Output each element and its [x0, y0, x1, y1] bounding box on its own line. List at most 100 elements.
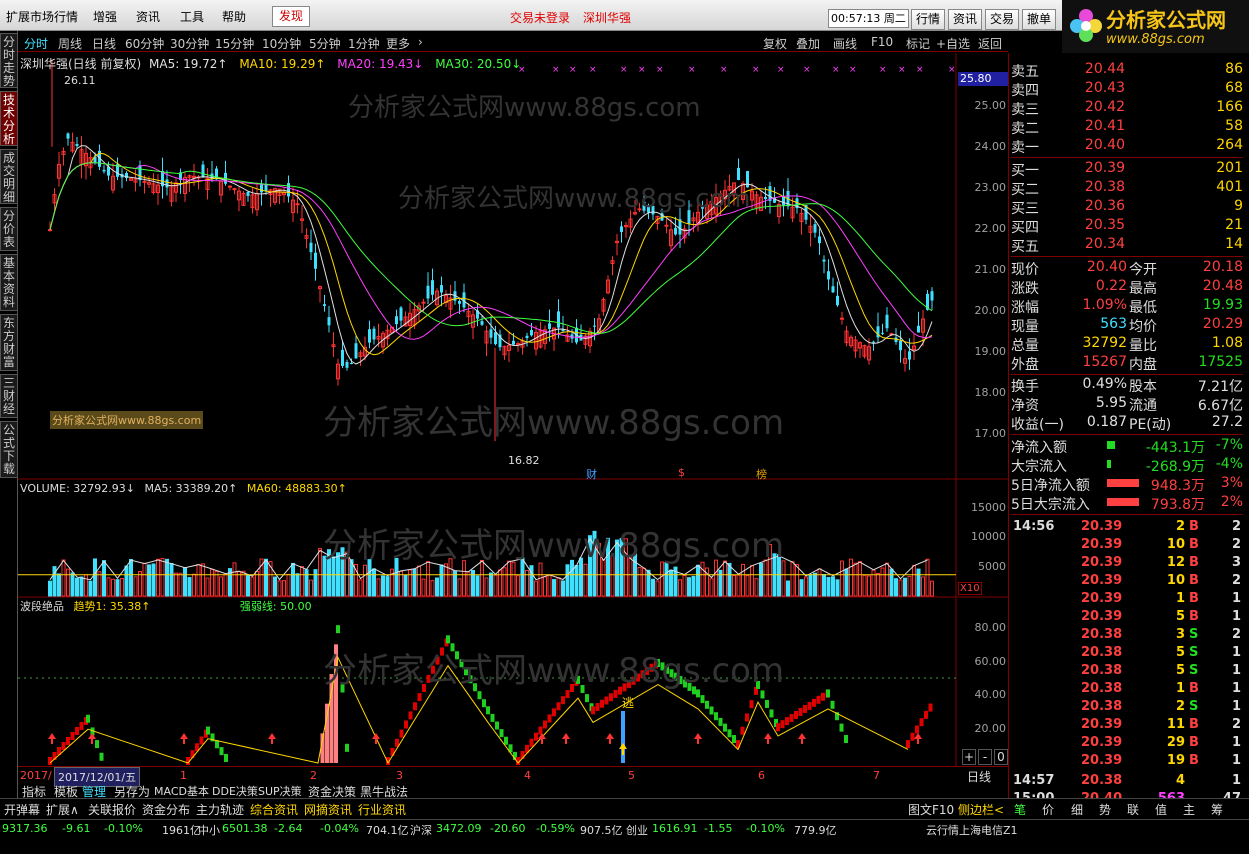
period-15m[interactable]: 15分钟: [215, 35, 254, 52]
candle-body: [102, 169, 106, 172]
ma10-label: MA10: 19.29↑: [239, 57, 326, 71]
server-status[interactable]: 云行情上海电信Z1: [926, 822, 1018, 838]
expand-button[interactable]: 扩展∧: [46, 801, 79, 818]
volume-bar: [552, 579, 556, 597]
menu-help[interactable]: 帮助: [222, 8, 246, 25]
tab-chips[interactable]: 筹: [1211, 801, 1223, 818]
tab-trend[interactable]: 势: [1099, 801, 1111, 818]
candle-body: [368, 329, 371, 343]
tab-formula-download[interactable]: 公式下载: [0, 421, 18, 478]
period-day[interactable]: 日线: [92, 35, 116, 52]
period-more[interactable]: 更多: [386, 35, 410, 52]
f10-button[interactable]: F10: [871, 35, 893, 49]
industry-news-tab[interactable]: 行业资讯: [358, 801, 406, 818]
tab-tick[interactable]: 笔: [1014, 801, 1026, 818]
volume-bar: [430, 580, 435, 597]
tick-count: 3: [1231, 555, 1241, 570]
tab-price-table[interactable]: 分价表: [0, 207, 18, 251]
find-button[interactable]: 发现: [272, 6, 310, 27]
tab-fundamentals[interactable]: 基本资料: [0, 254, 18, 311]
period-1m[interactable]: 1分钟: [348, 35, 380, 52]
volume-bar: [502, 567, 507, 597]
trade-button[interactable]: 交易: [985, 9, 1020, 30]
tick-count: 1: [1231, 699, 1241, 714]
volume-bar: [210, 568, 214, 597]
cancel-order-button[interactable]: 撤单: [1022, 9, 1057, 30]
tick-row: 20.38 3 S 2: [1011, 627, 1243, 645]
hs-name[interactable]: 沪深: [410, 822, 432, 838]
chart-area[interactable]: × × × × × × × × × × × × × × × × × × 深圳华强(日线 前复权) MA5: 19.…: [18, 53, 1008, 787]
overlay-button[interactable]: 叠加: [796, 35, 820, 52]
quote-label: 股本: [1129, 379, 1157, 395]
volume-bar: [516, 575, 520, 597]
tab-technical[interactable]: 技术分析: [0, 91, 18, 146]
tab-dde[interactable]: DDE决策: [212, 783, 258, 799]
period-intraday[interactable]: 分时: [24, 35, 48, 52]
quote-label: 最低: [1129, 300, 1157, 316]
period-label[interactable]: 日线: [967, 768, 991, 785]
danmaku-button[interactable]: 开弹幕: [4, 801, 40, 818]
tab-sup[interactable]: SUP决策: [258, 783, 302, 799]
tab-main[interactable]: 主: [1183, 801, 1195, 818]
candle-body: [881, 332, 884, 334]
mark-button[interactable]: 标记: [906, 35, 930, 52]
buy-volume: 14: [1225, 236, 1243, 252]
sell-row: 卖三 20.42 166: [1011, 99, 1243, 118]
tab-intraday[interactable]: 分时走势: [0, 33, 18, 88]
zoom-out-button[interactable]: -: [978, 749, 992, 765]
tick-row: 20.39 10 B 2: [1011, 537, 1243, 555]
price-axis-label: 20.00: [974, 303, 1007, 317]
tab-price[interactable]: 价: [1042, 801, 1054, 818]
candle-body: [354, 343, 358, 359]
tab-link[interactable]: 联: [1127, 801, 1139, 818]
price-axis-label: 17.00: [974, 426, 1007, 440]
tab-macd[interactable]: MACD基本: [154, 783, 209, 799]
tick-price: 20.38: [1081, 773, 1123, 788]
quote-button[interactable]: 行情: [911, 9, 946, 30]
menu-news[interactable]: 资讯: [136, 8, 160, 25]
period-week[interactable]: 周线: [58, 35, 82, 52]
digest-news-tab[interactable]: 网摘资讯: [304, 801, 352, 818]
period-5m[interactable]: 5分钟: [309, 35, 341, 52]
f10-graphic-button[interactable]: 图文F10: [908, 801, 954, 818]
menu-enhance[interactable]: 增强: [93, 8, 117, 25]
info-button[interactable]: 资讯: [948, 9, 983, 30]
menu-extended-market[interactable]: 扩展市场行情: [6, 8, 78, 25]
general-news-tab[interactable]: 综合资讯: [250, 801, 298, 818]
sh-index[interactable]: 9317.36: [2, 822, 48, 835]
zoom-reset-button[interactable]: 0: [994, 749, 1008, 765]
tab-detail[interactable]: 细: [1071, 801, 1083, 818]
month-mar: 3: [396, 769, 403, 782]
trade-login-status[interactable]: 交易未登录: [510, 9, 570, 26]
draw-button[interactable]: 画线: [833, 35, 857, 52]
tab-finance[interactable]: 三财经: [0, 374, 18, 418]
add-watchlist-button[interactable]: +自选: [936, 35, 970, 52]
volume-bar: [417, 565, 421, 597]
period-10m[interactable]: 10分钟: [262, 35, 301, 52]
indicator-header: 波段绝品 趋势1: 35.38↑ 强弱线: 50.00: [20, 598, 312, 614]
volume-bar: [192, 573, 196, 597]
finance-marker[interactable]: 财: [586, 466, 597, 482]
chevron-right-icon[interactable]: ›: [418, 35, 423, 49]
fund-distribution-tab[interactable]: 资金分布: [142, 801, 190, 818]
tab-value[interactable]: 值: [1155, 801, 1167, 818]
period-60m[interactable]: 60分钟: [125, 35, 164, 52]
menu-tools[interactable]: 工具: [180, 8, 204, 25]
volume-bar: [408, 569, 412, 597]
cy-name[interactable]: 创业: [626, 822, 648, 838]
tab-eastmoney[interactable]: 东方财富: [0, 314, 18, 371]
zoom-in-button[interactable]: +: [962, 749, 976, 765]
related-quotes-tab[interactable]: 关联报价: [88, 801, 136, 818]
dollar-marker[interactable]: $: [678, 466, 685, 479]
flow-amount: 948.3万: [1150, 478, 1205, 494]
sz-small-name[interactable]: 中小: [198, 822, 220, 838]
adjust-button[interactable]: 复权: [763, 35, 787, 52]
period-30m[interactable]: 30分钟: [170, 35, 209, 52]
sidebar-toggle[interactable]: 侧边栏<: [958, 801, 1004, 818]
main-force-tab[interactable]: 主力轨迹: [196, 801, 244, 818]
buy-price: 20.38: [1084, 179, 1125, 195]
rank-marker[interactable]: 榜: [756, 466, 767, 482]
tick-row: 20.39 1 B 1: [1011, 591, 1243, 609]
back-button[interactable]: 返回: [978, 35, 1002, 52]
tab-trades[interactable]: 成交明细: [0, 149, 18, 204]
